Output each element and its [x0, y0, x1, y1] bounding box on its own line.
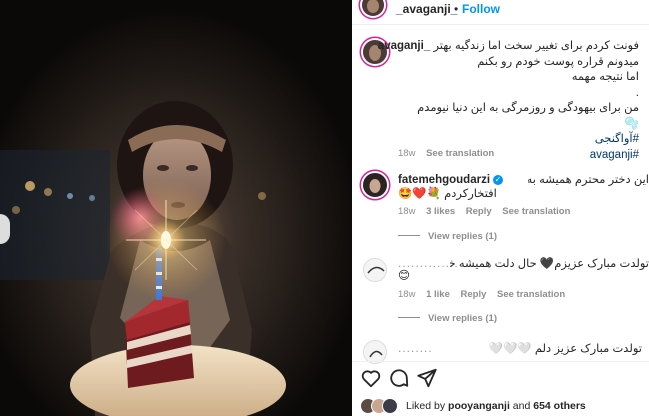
- caption-meta: 18w See translation: [398, 148, 502, 159]
- hashtag-avaganji-fa[interactable]: #آواگنجی: [396, 132, 639, 148]
- comment-2-meta: 18w 1 like Reply See translation: [398, 289, 573, 300]
- comment-2-text: تولدت مبارک عزیزم🖤 حال دلت همیشه خوش زیب…: [450, 258, 649, 270]
- caption-line-2: میدونم قراره پوست خودم رو بکنم: [477, 55, 639, 68]
- birthday-cake-photo: [0, 0, 352, 416]
- comment-2-view-replies-label: View replies (1): [428, 313, 497, 324]
- comment-2-reply-button[interactable]: Reply: [461, 289, 487, 300]
- comment-1-header: fatemehgoudarzi ✓: [398, 172, 504, 186]
- liker-avatar[interactable]: [382, 398, 398, 414]
- comment-icon[interactable]: [388, 367, 410, 389]
- liked-by-text: Liked by pooyanganji and 654 others: [406, 400, 586, 412]
- heart-icon[interactable]: [360, 367, 382, 389]
- comment-1-reply-button[interactable]: Reply: [466, 206, 492, 217]
- comment-1-text: این دختر محترم همیشه به قدرت تصمیم گیریت: [528, 174, 649, 186]
- caption-line-5: من برای بیهودگی و روزمرگی به این دنیا نی…: [417, 102, 639, 114]
- caption-line-6: 🫧: [624, 117, 639, 130]
- comment-1-see-translation[interactable]: See translation: [502, 206, 570, 217]
- caption-time: 18w: [398, 148, 416, 159]
- comment-1-text-2: افتخارکردم 💐❤️🤩: [398, 188, 497, 200]
- author-avatar-image: [362, 0, 384, 16]
- comment-2-avatar-image: [364, 259, 386, 281]
- author-username[interactable]: _avaganji_: [396, 2, 457, 16]
- replies-line: [398, 235, 420, 236]
- comment-2-avatar[interactable]: [363, 258, 387, 282]
- replies-line: [398, 317, 420, 318]
- comment-1-view-replies-label: View replies (1): [428, 231, 497, 242]
- actions-divider: [352, 361, 649, 362]
- caption-line-1: فونت کردم برای تغییر سخت اما زندگیه بهتر…: [378, 39, 639, 55]
- comment-2-see-translation[interactable]: See translation: [497, 289, 565, 300]
- caption-line-4: .: [635, 86, 639, 99]
- comment-1-time: 18w: [398, 206, 416, 217]
- liked-by-and: and: [512, 400, 531, 412]
- caption-username[interactable]: _avaganji: [378, 40, 430, 52]
- comment-1-view-replies[interactable]: View replies (1): [398, 231, 497, 242]
- post-header: _avaganji_ • Follow: [352, 0, 649, 19]
- comment-2-view-replies[interactable]: View replies (1): [398, 313, 497, 324]
- follow-button[interactable]: Follow: [462, 2, 500, 16]
- post-viewer: _avaganji_ • Follow فونت کردم برای تغییر…: [0, 0, 649, 416]
- comment-3-text: تولدت مبارک عزیز دلم 🤍🤍🤍: [488, 343, 642, 355]
- liked-by-user[interactable]: pooyanganji: [448, 400, 510, 412]
- send-icon[interactable]: [416, 367, 438, 389]
- comment-2-likes[interactable]: 1 like: [426, 289, 450, 300]
- comment-1-avatar[interactable]: [363, 173, 387, 197]
- header-separator: •: [454, 2, 459, 16]
- header-divider: [352, 24, 649, 25]
- comment-1-meta: 18w 3 likes Reply See translation: [398, 206, 578, 217]
- liked-by-others[interactable]: 654 others: [533, 400, 586, 412]
- comment-1-likes[interactable]: 3 likes: [426, 206, 455, 217]
- liker-avatars: [360, 398, 402, 414]
- liked-by-prefix: Liked by: [406, 400, 446, 412]
- post-caption: فونت کردم برای تغییر سخت اما زندگیه بهتر…: [378, 39, 639, 163]
- comment-3-username[interactable]: ........: [398, 341, 433, 355]
- comment-2-text-2: 😊: [398, 270, 410, 282]
- author-avatar[interactable]: [362, 0, 384, 16]
- post-photo[interactable]: [0, 0, 352, 416]
- comment-1-username[interactable]: fatemehgoudarzi: [398, 174, 490, 186]
- caption-line-1-text: فونت کردم برای تغییر سخت اما زندگیه بهتر: [433, 40, 639, 52]
- post-side-panel: _avaganji_ • Follow فونت کردم برای تغییر…: [352, 0, 649, 416]
- verified-badge-icon: ✓: [493, 175, 504, 185]
- comment-1-avatar-image: [363, 173, 387, 197]
- caption-see-translation[interactable]: See translation: [426, 148, 494, 159]
- comment-2-time: 18w: [398, 289, 416, 300]
- caption-line-3: اما نتیجه مهمه: [571, 71, 639, 83]
